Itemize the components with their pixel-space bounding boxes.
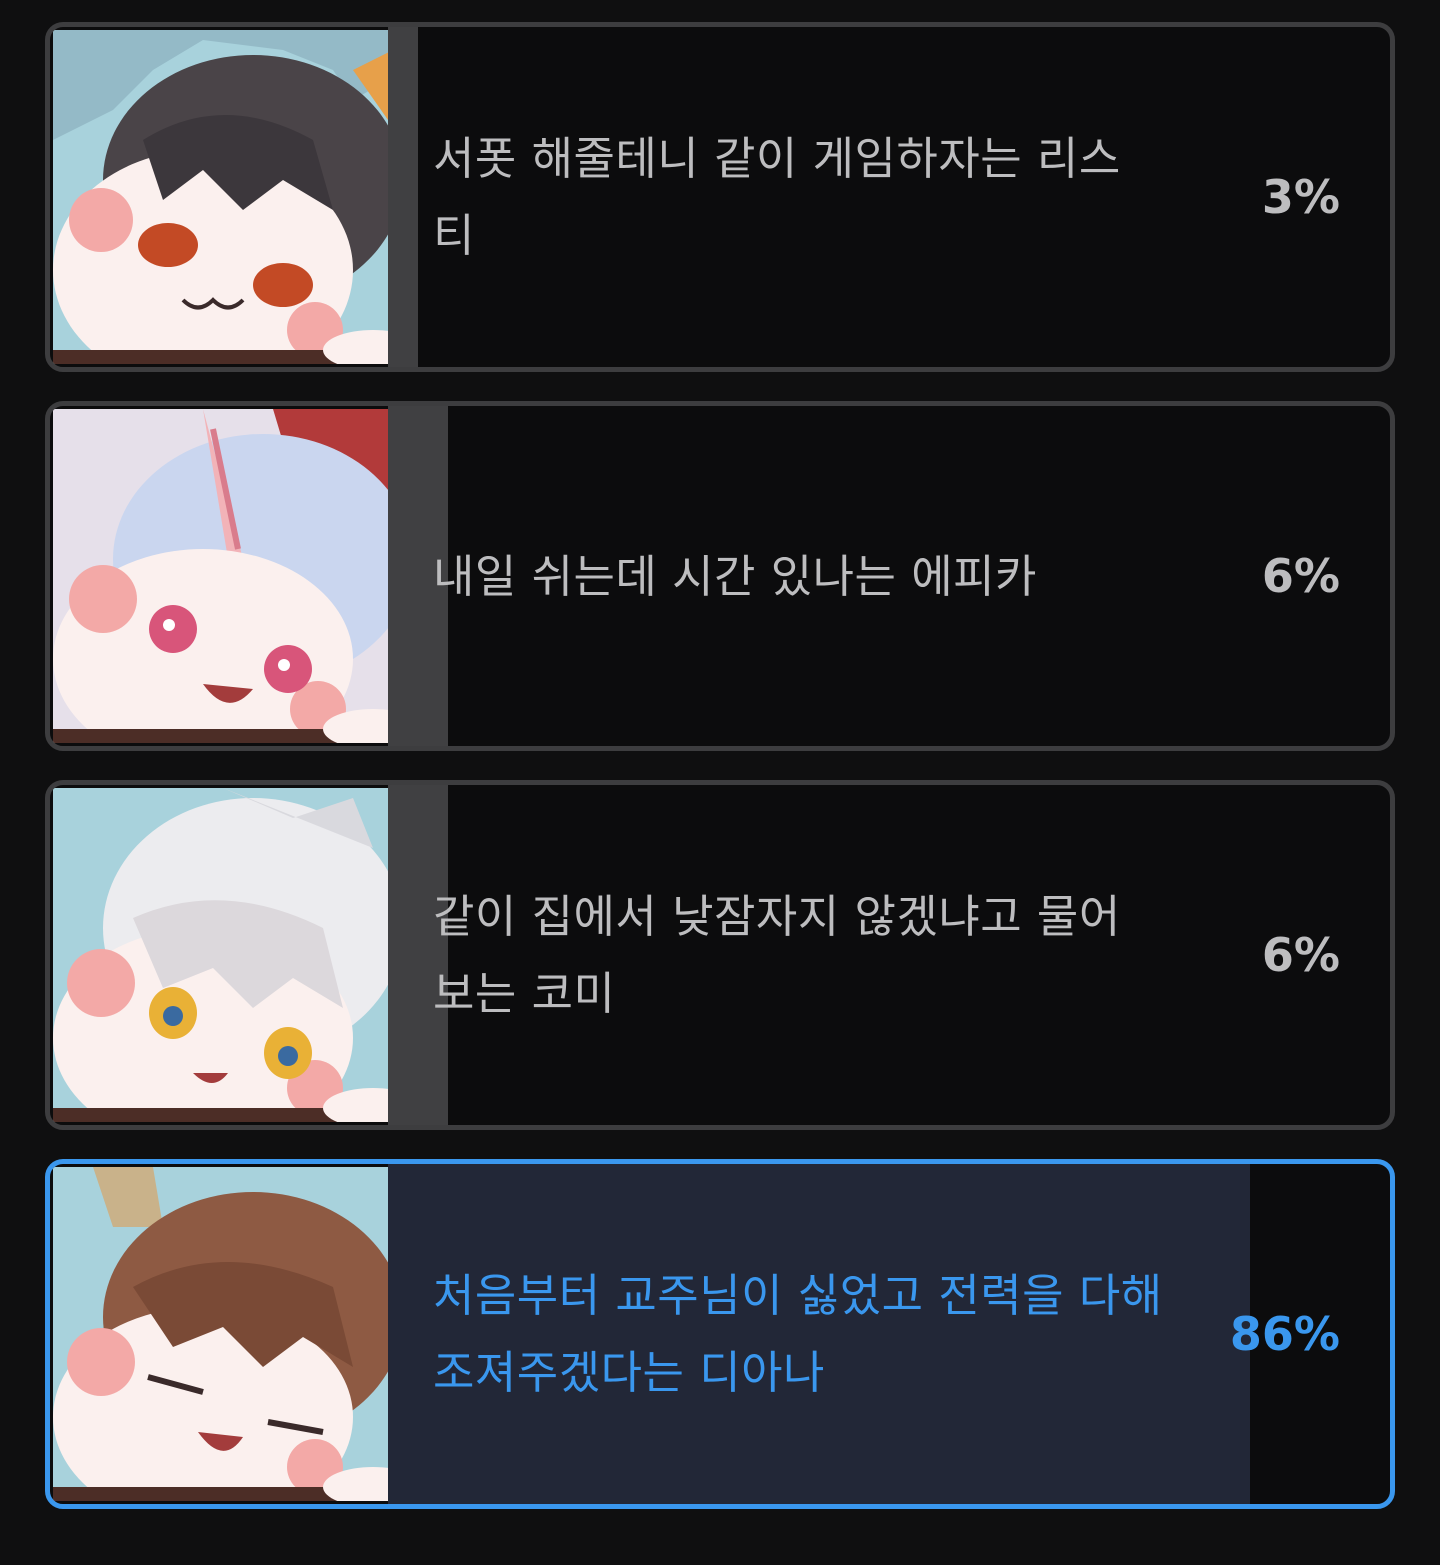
option-percent: 6% bbox=[1261, 549, 1340, 603]
option-percent: 86% bbox=[1229, 1307, 1340, 1361]
option-percent: 6% bbox=[1261, 928, 1340, 982]
avatar bbox=[53, 788, 388, 1122]
dark-hair-character-icon bbox=[53, 30, 388, 364]
unicorn-character-icon bbox=[53, 409, 388, 743]
white-hair-character-icon bbox=[53, 788, 388, 1122]
option-label: 내일 쉬는데 시간 있나는 에피카 bbox=[433, 549, 1037, 603]
poll-option-3[interactable]: 같이 집에서 낮잠자지 않겠냐고 물어보는 코미 6% bbox=[45, 780, 1395, 1130]
avatar bbox=[53, 409, 388, 743]
option-label: 처음부터 교주님이 싫었고 전력을 다해 조져주겠다는 디아나 bbox=[433, 1269, 1163, 1399]
avatar bbox=[53, 1167, 388, 1501]
brown-hair-character-icon bbox=[53, 1167, 388, 1501]
poll-option-2[interactable]: 내일 쉬는데 시간 있나는 에피카 6% bbox=[45, 401, 1395, 751]
option-label: 서폿 해줄테니 같이 게임하자는 리스티 bbox=[433, 132, 1121, 262]
avatar bbox=[53, 30, 388, 364]
vote-bar-fill bbox=[388, 27, 419, 367]
option-percent: 3% bbox=[1261, 170, 1340, 224]
poll-option-1[interactable]: 서폿 해줄테니 같이 게임하자는 리스티 3% bbox=[45, 22, 1395, 372]
poll-options: 서폿 해줄테니 같이 게임하자는 리스티 3% 내일 쉬는데 시간 있나는 에피… bbox=[45, 22, 1395, 1538]
option-label: 같이 집에서 낮잠자지 않겠냐고 물어보는 코미 bbox=[433, 890, 1121, 1020]
poll-option-4-selected[interactable]: 처음부터 교주님이 싫었고 전력을 다해 조져주겠다는 디아나 86% bbox=[45, 1159, 1395, 1509]
